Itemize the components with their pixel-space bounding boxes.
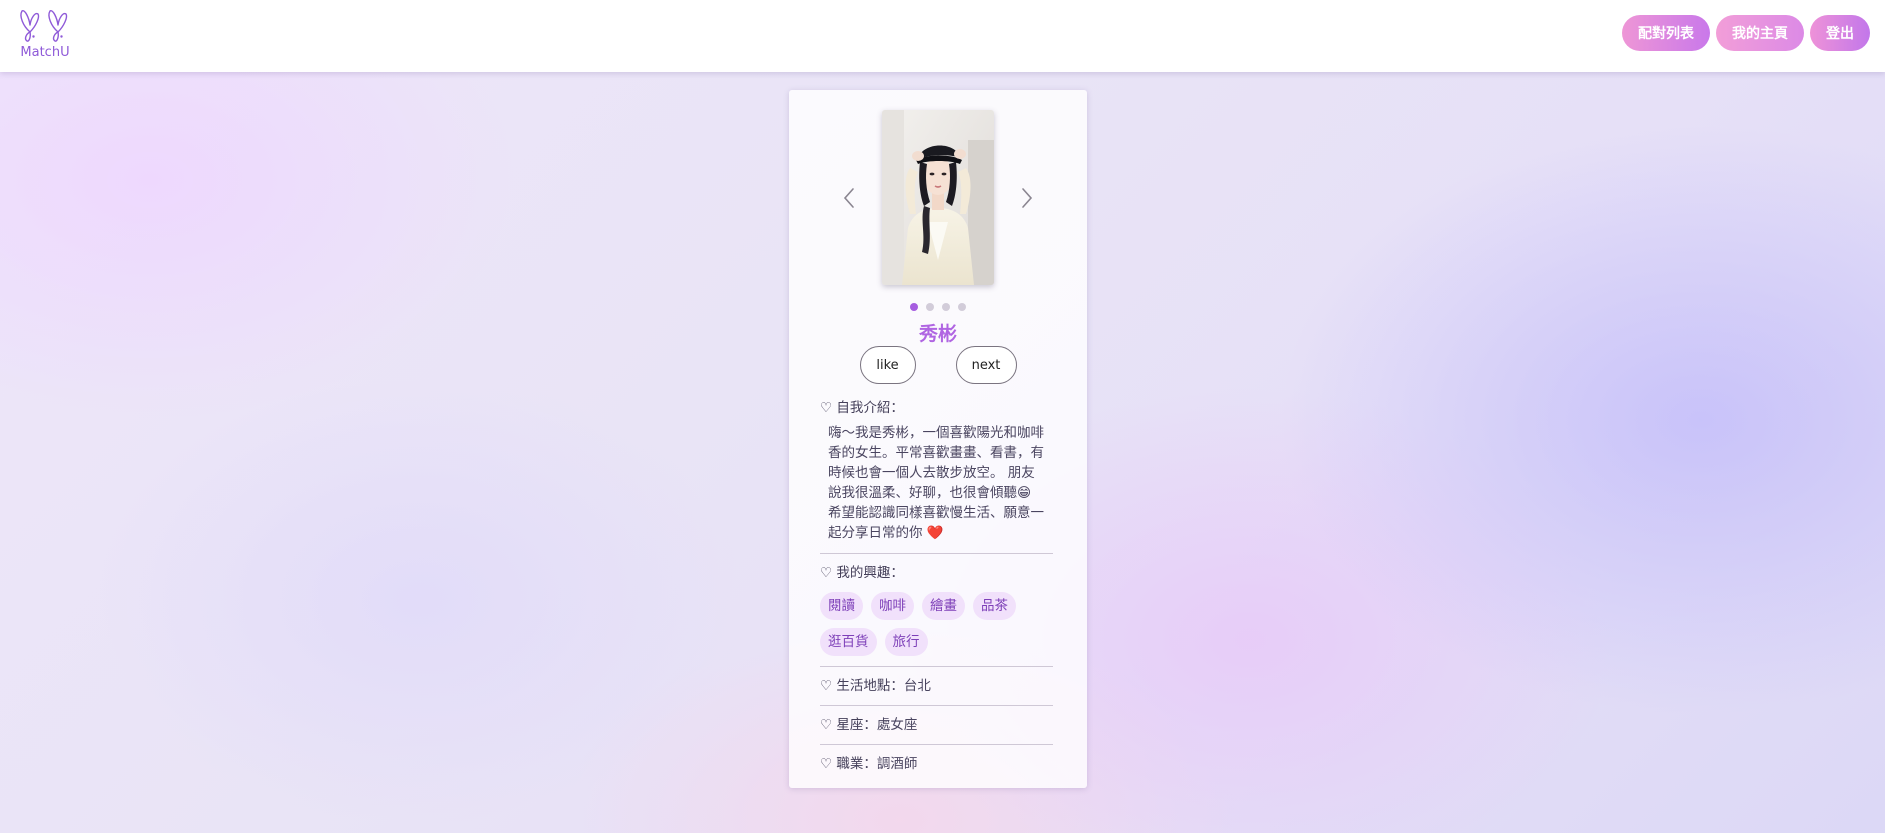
logout-button[interactable]: 登出 [1810,15,1870,51]
divider [820,705,1053,706]
zodiac-label: ♡ 星座： [820,717,877,733]
profile-card: 秀彬 like next ♡ 自我介紹： 嗨～我是秀彬，一個喜歡陽光和咖啡 香的… [789,90,1087,788]
profile-photo-image [882,110,994,285]
job-label: ♡ 職業： [820,756,877,772]
photo-dot-1[interactable] [910,303,918,311]
intro-line: 說我很溫柔、好聊，也很會傾聽😁 [828,485,1032,501]
profile-actions: like next [789,346,1087,384]
nav-buttons: 配對列表 我的主頁 登出 [1622,15,1870,51]
location-label: ♡ 生活地點： [820,678,904,694]
intro-text: 嗨～我是秀彬，一個喜歡陽光和咖啡 香的女生。平常喜歡畫畫、看書，有 時候也會一個… [820,423,1053,543]
prev-photo-button[interactable] [838,184,862,212]
job-value: 調酒師 [876,756,918,772]
my-home-button[interactable]: 我的主頁 [1716,15,1804,51]
location-field: ♡ 生活地點：台北 [820,677,1053,695]
interest-tags: 閱讀 咖啡 繪畫 品茶 逛百貨 旅行 [820,592,1053,656]
photo-dot-3[interactable] [942,303,950,311]
next-photo-button[interactable] [1014,184,1038,212]
profile-info: ♡ 自我介紹： 嗨～我是秀彬，一個喜歡陽光和咖啡 香的女生。平常喜歡畫畫、看書，… [820,399,1053,773]
intro-line: 時候也會一個人去散步放空。 朋友 [828,465,1035,481]
match-list-button[interactable]: 配對列表 [1622,15,1710,51]
app-logo[interactable]: MatchU [15,8,75,60]
intro-line: 起分享日常的你 ❤️ [828,525,944,541]
photo-dot-2[interactable] [926,303,934,311]
intro-line: 香的女生。平常喜歡畫畫、看書，有 [828,445,1044,461]
intro-line: 希望能認識同樣喜歡慢生活、願意一 [828,505,1044,521]
photo-dot-4[interactable] [958,303,966,311]
profile-name: 秀彬 [918,323,957,345]
location-value: 台北 [903,678,931,694]
intro-label: ♡ 自我介紹： [820,400,904,416]
photo-pagination [789,303,1087,311]
app-name: MatchU [20,45,70,60]
photo-carousel [789,110,1087,285]
profile-photo [882,110,994,285]
zodiac-value: 處女座 [876,717,918,733]
divider [820,553,1053,554]
interest-tag: 品茶 [973,592,1016,620]
interests-label: ♡ 我的興趣： [820,565,904,581]
like-button[interactable]: like [859,346,916,384]
divider [820,666,1053,667]
chevron-left-icon [843,188,854,208]
butterfly-logo-icon [20,10,68,42]
interest-tag: 旅行 [884,628,928,656]
interest-tag: 閱讀 [820,592,863,620]
chevron-right-icon [1022,188,1033,208]
interest-tag: 咖啡 [871,592,914,620]
top-navbar: MatchU 配對列表 我的主頁 登出 [0,0,1885,72]
interest-tag: 繪畫 [922,592,965,620]
interest-tag: 逛百貨 [820,628,877,656]
divider [820,744,1053,745]
job-field: ♡ 職業：調酒師 [820,755,1053,773]
next-profile-button[interactable]: next [955,346,1017,384]
zodiac-field: ♡ 星座：處女座 [820,716,1053,734]
intro-line: 嗨～我是秀彬，一個喜歡陽光和咖啡 [828,425,1044,441]
